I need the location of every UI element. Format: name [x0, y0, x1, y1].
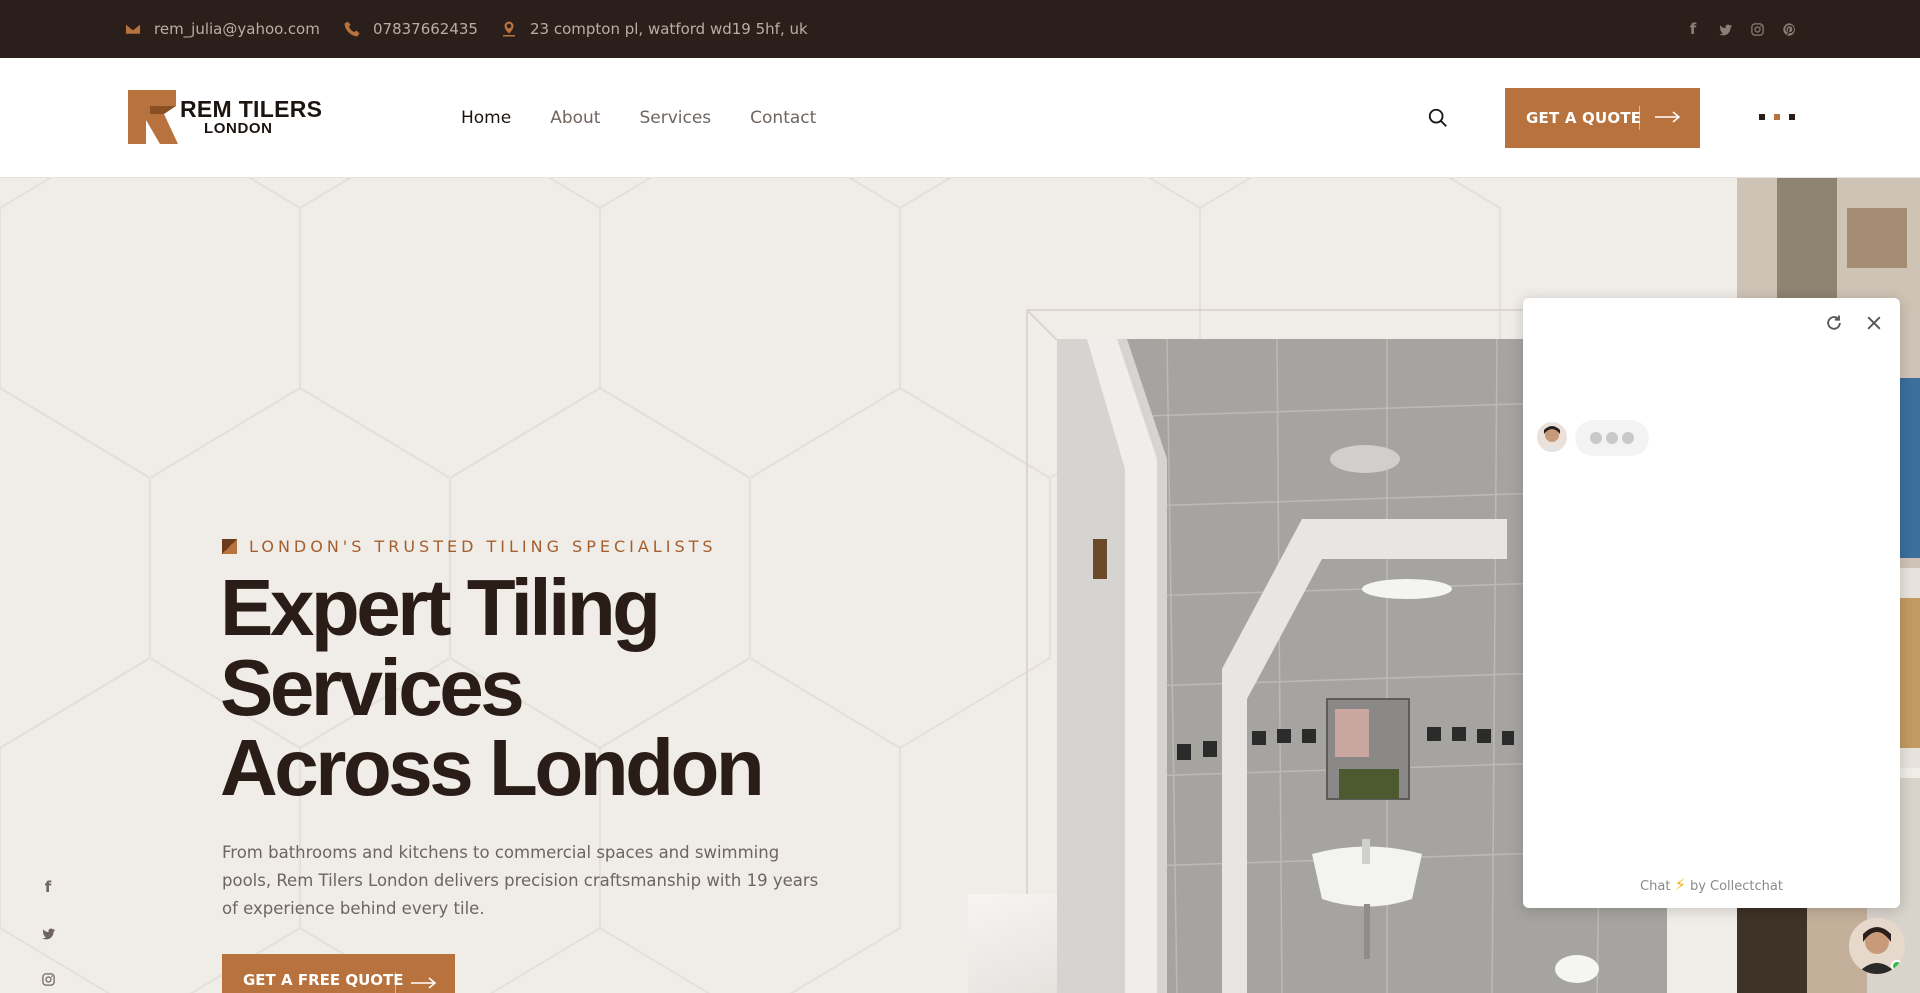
- phone-info[interactable]: 07837662435: [343, 0, 478, 58]
- chat-footer-prefix: Chat: [1640, 879, 1671, 894]
- envelope-icon: [125, 23, 141, 35]
- hero-heading-line: Expert Tiling: [220, 563, 661, 652]
- site-header: REM TILERS LONDON Home About Services Co…: [0, 58, 1920, 178]
- top-social-links: f: [1685, 0, 1797, 58]
- bot-avatar: [1537, 422, 1567, 452]
- hero-tagline: LONDON'S TRUSTED TILING SPECIALISTS: [222, 537, 717, 556]
- get-a-quote-label: GET A QUOTE: [1526, 109, 1642, 127]
- menu-dot-icon: [1789, 114, 1795, 120]
- hero-heading-line: Across London: [220, 723, 765, 812]
- hero-description: From bathrooms and kitchens to commercia…: [222, 843, 819, 918]
- logo-line-1: REM TILERS: [180, 96, 323, 123]
- hero-heading: Expert Tiling Services Across London: [220, 568, 860, 808]
- menu-dot-icon: [1774, 114, 1780, 120]
- location-pin-icon: [503, 21, 515, 37]
- nav-about[interactable]: About: [550, 108, 600, 128]
- close-icon[interactable]: [1864, 313, 1884, 333]
- menu-dot-icon: [1759, 114, 1765, 120]
- nav-contact[interactable]: Contact: [750, 108, 816, 128]
- instagram-icon[interactable]: [40, 970, 56, 988]
- hero-heading-line: Services: [220, 643, 525, 732]
- refresh-icon[interactable]: [1824, 313, 1844, 333]
- arrow-right-icon: [1655, 111, 1681, 123]
- search-icon[interactable]: [1427, 107, 1449, 129]
- twitter-icon[interactable]: [40, 924, 56, 942]
- logo-line-2: LONDON: [204, 120, 273, 138]
- nav-services[interactable]: Services: [639, 108, 711, 128]
- chat-widget: Chat ⚡ by Collectchat: [1523, 298, 1900, 908]
- chat-launcher-avatar[interactable]: [1849, 918, 1905, 974]
- arrow-right-icon: [411, 977, 437, 989]
- marble-tile-decoration: [968, 894, 1058, 993]
- lightning-icon: ⚡: [1674, 875, 1686, 894]
- chat-footer-suffix: by Collectchat: [1689, 879, 1783, 894]
- nav-home[interactable]: Home: [461, 108, 511, 128]
- address-info[interactable]: 23 compton pl, watford wd19 5hf, uk: [500, 0, 808, 58]
- address-text: 23 compton pl, watford wd19 5hf, uk: [530, 20, 808, 38]
- top-bar: rem_julia@yahoo.com 07837662435 23 compt…: [0, 0, 1920, 58]
- instagram-icon[interactable]: [1749, 21, 1765, 37]
- hero-tagline-text: LONDON'S TRUSTED TILING SPECIALISTS: [249, 537, 717, 556]
- email-text: rem_julia@yahoo.com: [154, 20, 320, 38]
- pinterest-icon[interactable]: [1781, 21, 1797, 37]
- chat-footer[interactable]: Chat ⚡ by Collectchat: [1523, 875, 1900, 894]
- site-logo[interactable]: REM TILERS LONDON: [128, 90, 322, 144]
- phone-icon: [344, 21, 360, 37]
- logo-mark-icon: [128, 90, 178, 144]
- get-a-free-quote-label: GET A FREE QUOTE: [243, 971, 404, 989]
- facebook-icon[interactable]: f: [40, 878, 56, 896]
- email-info[interactable]: rem_julia@yahoo.com: [124, 0, 320, 58]
- online-status-dot: [1891, 960, 1903, 972]
- main-nav: Home About Services Contact: [461, 58, 816, 178]
- phone-text: 07837662435: [373, 20, 478, 38]
- twitter-icon[interactable]: [1717, 21, 1733, 37]
- get-a-free-quote-button[interactable]: GET A FREE QUOTE: [222, 954, 455, 993]
- get-a-quote-button[interactable]: GET A QUOTE: [1505, 88, 1700, 148]
- tile-square-icon: [222, 539, 237, 554]
- facebook-icon[interactable]: f: [1685, 20, 1701, 38]
- offcanvas-menu-toggle[interactable]: [1759, 114, 1795, 120]
- side-social-links: f: [40, 878, 56, 993]
- typing-indicator: [1575, 420, 1649, 456]
